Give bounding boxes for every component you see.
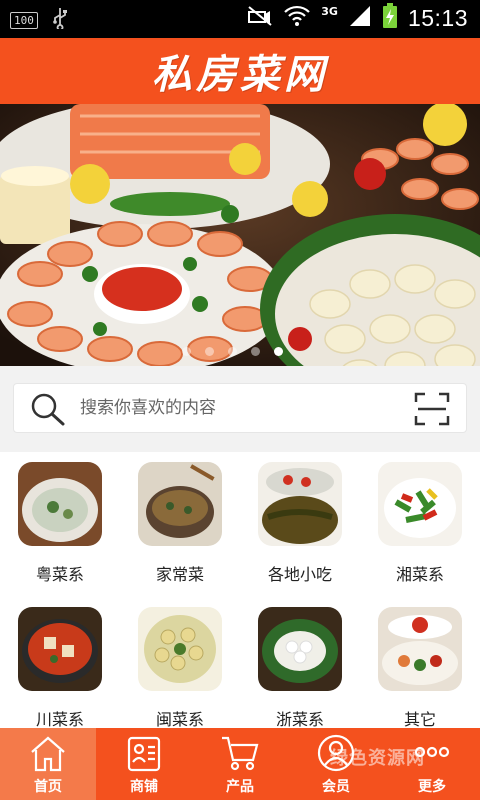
home-icon xyxy=(28,734,68,776)
category-thumbnail xyxy=(138,607,222,691)
category-thumbnail xyxy=(258,607,342,691)
category-thumbnail xyxy=(18,607,102,691)
category-item[interactable]: 浙菜系 xyxy=(240,607,360,730)
category-item[interactable]: 各地小吃 xyxy=(240,462,360,585)
carousel-dot[interactable] xyxy=(182,347,191,356)
category-grid: 粤菜系 家常菜 各地小吃 湘菜系 川菜系 闽菜系 浙菜系 其它 xyxy=(0,452,480,730)
tab-home[interactable]: 首页 xyxy=(0,728,96,800)
no-notification-icon xyxy=(247,5,273,31)
carousel-dot[interactable] xyxy=(228,347,237,356)
tab-products[interactable]: 产品 xyxy=(192,728,288,800)
banner-carousel[interactable] xyxy=(0,104,480,366)
shop-icon xyxy=(124,734,164,776)
category-label: 各地小吃 xyxy=(267,565,332,584)
category-label: 湘菜系 xyxy=(395,565,444,584)
status-bar: 100 3G 15:13 xyxy=(0,0,480,38)
category-item[interactable]: 粤菜系 xyxy=(0,462,120,585)
tab-label: 更多 xyxy=(418,779,446,795)
tab-label: 会员 xyxy=(322,779,350,795)
scan-icon[interactable] xyxy=(414,392,450,430)
carousel-dot-active[interactable] xyxy=(274,347,283,356)
carousel-indicator xyxy=(182,347,283,356)
search-icon xyxy=(30,392,66,430)
search-input[interactable] xyxy=(80,384,400,432)
category-item[interactable]: 其它 xyxy=(360,607,480,730)
category-thumbnail xyxy=(138,462,222,546)
tab-label: 产品 xyxy=(226,779,254,795)
tab-shop[interactable]: 商铺 xyxy=(96,728,192,800)
category-label: 家常菜 xyxy=(155,565,204,584)
category-label: 闽菜系 xyxy=(155,710,204,729)
category-thumbnail xyxy=(378,607,462,691)
app-title: 私房菜网 xyxy=(152,51,328,98)
signal-icon xyxy=(348,5,372,31)
category-label: 浙菜系 xyxy=(275,710,324,729)
battery-icon xyxy=(382,3,398,33)
usb-icon xyxy=(52,7,68,33)
tab-label: 首页 xyxy=(34,779,62,795)
category-thumbnail xyxy=(378,462,462,546)
carousel-dot[interactable] xyxy=(205,347,214,356)
category-thumbnail xyxy=(258,462,342,546)
wifi-icon xyxy=(283,4,311,32)
category-label: 粤菜系 xyxy=(35,565,84,584)
app-header: 私房菜网 xyxy=(0,38,480,104)
watermark-text: 绿色资源网 xyxy=(330,748,425,769)
clock: 15:13 xyxy=(407,4,468,31)
search-box[interactable] xyxy=(13,383,467,433)
category-label: 川菜系 xyxy=(35,710,84,729)
battery-level-text: 100 xyxy=(10,11,38,29)
category-label: 其它 xyxy=(403,710,436,729)
category-item[interactable]: 川菜系 xyxy=(0,607,120,730)
category-thumbnail xyxy=(18,462,102,546)
tab-label: 商铺 xyxy=(130,779,158,795)
cart-icon xyxy=(220,734,260,776)
banner-food-image xyxy=(0,104,480,366)
carousel-dot[interactable] xyxy=(251,347,260,356)
category-item[interactable]: 家常菜 xyxy=(120,462,240,585)
category-item[interactable]: 闽菜系 xyxy=(120,607,240,730)
search-area xyxy=(0,366,480,452)
network-type: 3G xyxy=(321,4,338,18)
category-item[interactable]: 湘菜系 xyxy=(360,462,480,585)
